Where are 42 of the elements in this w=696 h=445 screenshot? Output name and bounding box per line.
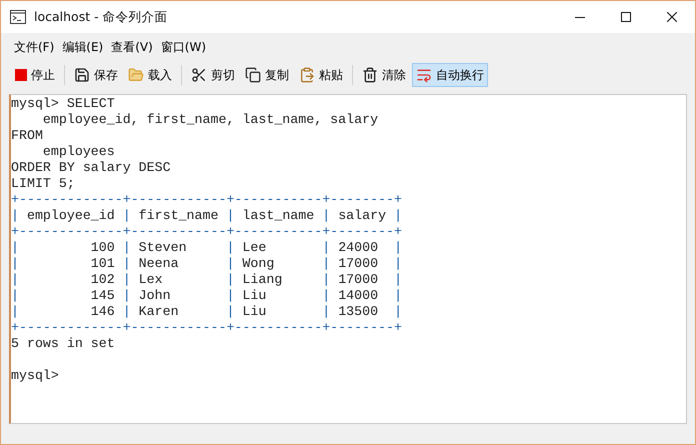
toolbar-button[interactable]: 载入 xyxy=(124,63,176,87)
menu-item[interactable]: 查看(V) xyxy=(111,37,153,58)
toolbar-button[interactable]: 停止 xyxy=(11,63,59,87)
toolbar-button[interactable]: 复制 xyxy=(241,63,293,87)
save-icon xyxy=(74,67,90,83)
minimize-icon xyxy=(575,16,585,18)
close-icon xyxy=(667,12,677,22)
maximize-icon xyxy=(621,12,631,22)
toolbar-button[interactable]: 保存 xyxy=(70,63,122,87)
terminal-icon xyxy=(10,10,26,24)
stop-icon xyxy=(15,69,27,81)
table-line: | 100 | Steven | Lee | 24000 | xyxy=(11,240,404,256)
table-line: | 145 | John | Liu | 14000 | xyxy=(11,288,404,304)
copy-icon xyxy=(245,67,261,83)
console-line: ORDER BY salary DESC xyxy=(11,160,172,176)
table-line: +-------------+------------+-----------+--------+ xyxy=(11,224,403,240)
table-line: | 102 | Lex | Liang | 17000 | xyxy=(11,272,404,288)
menu-item[interactable]: 文件(F) xyxy=(14,37,54,58)
table-line: | 101 | Neena | Wong | 17000 | xyxy=(11,256,404,272)
paste-icon xyxy=(299,67,315,83)
console-line: FROM xyxy=(11,128,44,144)
window-title: localhost - 命令列介面 xyxy=(34,8,169,26)
console-line: mysql> SELECT xyxy=(11,96,116,112)
folder-icon xyxy=(128,67,144,83)
console-line: employees xyxy=(42,144,116,160)
toolbar-button[interactable]: 粘贴 xyxy=(295,63,347,87)
menu-item[interactable]: 窗口(W) xyxy=(160,37,206,58)
menu-item[interactable]: 编辑(E) xyxy=(62,37,104,58)
console-line: employee_id, first_name, last_name, salary xyxy=(42,112,380,128)
table-line: | 146 | Karen | Liu | 13500 | xyxy=(11,304,404,320)
console-line: LIMIT 5; xyxy=(11,176,76,192)
table-line: +-------------+------------+-----------+--------+ xyxy=(11,192,403,208)
console-line: mysql> xyxy=(11,368,60,384)
wrap-text-icon xyxy=(416,67,432,83)
table-line: +-------------+------------+-----------+--------+ xyxy=(11,320,403,336)
table-line: | employee_id | first_name | last_name | salary | xyxy=(11,208,404,224)
toolbar-button[interactable]: 清除 xyxy=(358,63,410,87)
trash-icon xyxy=(362,67,378,83)
console-line: 5 rows in set xyxy=(11,336,116,352)
toolbar-button[interactable]: 剪切 xyxy=(187,63,239,87)
toolbar-button[interactable]: 自动换行 xyxy=(412,63,488,87)
scissors-icon xyxy=(191,67,207,83)
